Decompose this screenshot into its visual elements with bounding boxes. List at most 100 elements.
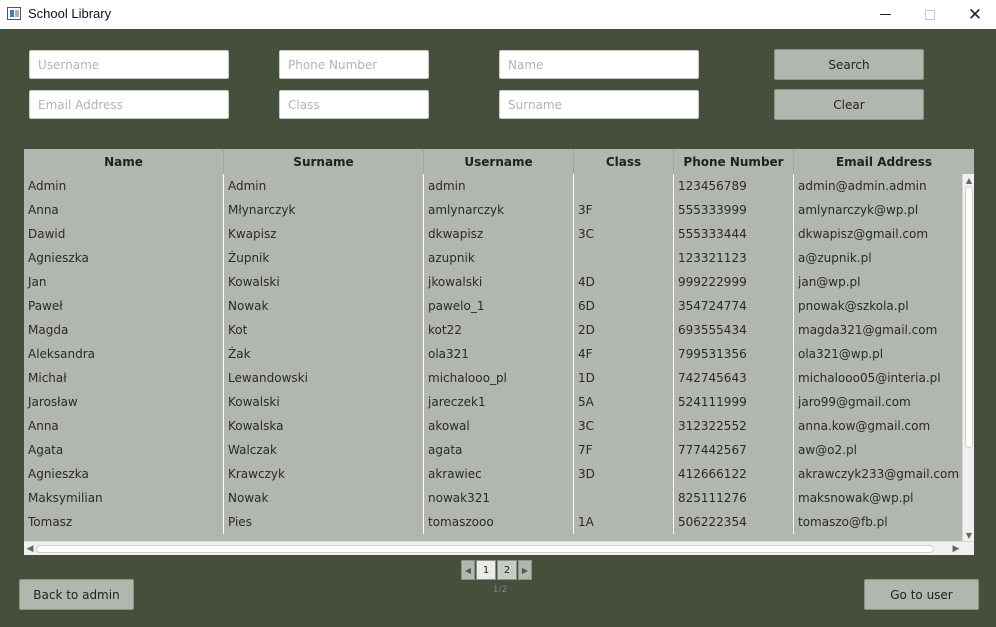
prev-page-button[interactable]: ◀ — [461, 560, 475, 580]
cell-class: 6D — [574, 294, 674, 318]
surname-input[interactable] — [499, 90, 699, 119]
cell-username: tomaszooo — [424, 510, 574, 534]
column-header-email-address[interactable]: Email Address — [794, 149, 974, 174]
page-button-2[interactable]: 2 — [497, 560, 517, 580]
vertical-scroll-thumb[interactable] — [965, 186, 973, 448]
cell-surname: Kowalska — [224, 414, 424, 438]
column-header-surname[interactable]: Surname — [224, 149, 424, 174]
table-body: Admin Admin admin 123456789 admin@admin.admi… — [24, 174, 962, 541]
column-header-name[interactable]: Name — [24, 149, 224, 174]
table-row[interactable]: Dawid Kwapisz dkwapisz 3C 555333444 dkwapisz@… — [24, 222, 962, 246]
table-row[interactable]: Maksymilian Nowak nowak321 825111276 maksnow… — [24, 486, 962, 510]
cell-class: 1D — [574, 366, 674, 390]
column-header-class[interactable]: Class — [574, 149, 674, 174]
cell-name: Anna — [24, 414, 224, 438]
table-row[interactable]: Michał Lewandowski michalooo_pl 1D 742745643… — [24, 366, 962, 390]
cell-phone-number: 742745643 — [674, 366, 794, 390]
page-button-1[interactable]: 1 — [476, 560, 496, 580]
cell-phone-number: 999222999 — [674, 270, 794, 294]
cell-email-address: anna.kow@gmail.com — [798, 419, 931, 433]
table-row[interactable]: Paweł Nowak pawelo_1 6D 354724774 pnowak@szko… — [24, 294, 962, 318]
cell-surname: Nowak — [224, 294, 424, 318]
cell-name: Jarosław — [24, 390, 224, 414]
cell-email-address: aw@o2.pl — [798, 443, 857, 457]
cell-name: Agata — [24, 438, 224, 462]
column-header-phone-number[interactable]: Phone Number — [674, 149, 794, 174]
cell-name: Admin — [24, 174, 224, 198]
cell-name: Maksymilian — [24, 486, 224, 510]
minimize-button[interactable] — [862, 0, 908, 29]
table-row[interactable]: Magda Kot kot22 2D 693555434 magda321@gmail.c… — [24, 318, 962, 342]
cell-name: Dawid — [24, 222, 224, 246]
back-to-admin-button[interactable]: Back to admin — [19, 579, 134, 610]
cell-surname: Młynarczyk — [224, 198, 424, 222]
cell-username: amlynarczyk — [424, 198, 574, 222]
next-page-button[interactable]: ▶ — [518, 560, 532, 580]
main-panel: Search Clear Name Surname Username Class… — [0, 29, 996, 627]
table-row[interactable]: Anna Kowalska akowal 3C 312322552 anna.kow@gm… — [24, 414, 962, 438]
phone-number-input[interactable] — [279, 50, 429, 79]
cell-email-address: admin@admin.admin — [798, 179, 927, 193]
cell-username: azupnik — [424, 246, 574, 270]
cell-username: kot22 — [424, 318, 574, 342]
table-row[interactable]: Jarosław Kowalski jareczek1 5A 524111999 jaro… — [24, 390, 962, 414]
cell-username: nowak321 — [424, 486, 574, 510]
cell-name: Agnieszka — [24, 462, 224, 486]
table-row[interactable]: Agata Walczak agata 7F 777442567 aw@o2.pl — [24, 438, 962, 462]
cell-phone-number: 123456789 — [674, 174, 794, 198]
cell-phone-number: 777442567 — [674, 438, 794, 462]
cell-email-address: akrawczyk233@gmail.com — [798, 467, 960, 481]
cell-class: 2D — [574, 318, 674, 342]
cell-name: Jan — [24, 270, 224, 294]
cell-username: jareczek1 — [424, 390, 574, 414]
cell-class: 3D — [574, 462, 674, 486]
table-row[interactable]: Jan Kowalski jkowalski 4D 999222999 jan@wp.pl — [24, 270, 962, 294]
go-to-user-button[interactable]: Go to user — [864, 579, 979, 610]
table-row[interactable]: Anna Młynarczyk amlynarczyk 3F 555333999 amly… — [24, 198, 962, 222]
cell-email-address: a@zupnik.pl — [798, 251, 872, 265]
cell-class: 1A — [574, 510, 674, 534]
window-title: School Library — [28, 6, 112, 21]
cell-surname: Nowak — [224, 486, 424, 510]
scroll-up-icon[interactable]: ▲ — [963, 174, 974, 186]
clear-button[interactable]: Clear — [774, 89, 924, 120]
search-button[interactable]: Search — [774, 49, 924, 80]
close-icon: ✕ — [967, 4, 983, 25]
maximize-icon — [925, 9, 935, 20]
column-header-username[interactable]: Username — [424, 149, 574, 174]
vertical-scrollbar[interactable]: ▲ ▼ — [962, 174, 974, 541]
cell-name: Aleksandra — [24, 342, 224, 366]
cell-email-address: tomaszo@fb.pl — [798, 515, 888, 529]
cell-phone-number: 354724774 — [674, 294, 794, 318]
email-address-input[interactable] — [29, 90, 229, 119]
cell-class: 3F — [574, 198, 674, 222]
name-input[interactable] — [499, 50, 699, 79]
table-row[interactable]: Agnieszka Krawczyk akrawiec 3D 412666122 akra… — [24, 462, 962, 486]
table-row[interactable]: Aleksandra Żak ola321 4F 799531356 ola321@wp.… — [24, 342, 962, 366]
maximize-button[interactable] — [907, 0, 953, 29]
cell-name: Tomasz — [24, 510, 224, 534]
close-button[interactable]: ✕ — [952, 0, 996, 29]
cell-email-address: dkwapisz@gmail.com — [798, 227, 929, 241]
cell-class: 3C — [574, 414, 674, 438]
table-row[interactable]: Agnieszka Żupnik azupnik 123321123 a@zupnik.… — [24, 246, 962, 270]
table-row[interactable]: Tomasz Pies tomaszooo 1A 506222354 tomaszo@fb… — [24, 510, 962, 534]
app-icon — [7, 7, 21, 20]
cell-surname: Żupnik — [224, 246, 424, 270]
scroll-right-icon[interactable]: ▶ — [950, 542, 962, 555]
horizontal-scrollbar[interactable]: ◀ ▶ — [24, 541, 974, 555]
scroll-left-icon[interactable]: ◀ — [24, 542, 36, 555]
table-row[interactable]: Admin Admin admin 123456789 admin@admin.admi… — [24, 174, 962, 198]
class-input[interactable] — [279, 90, 429, 119]
scroll-down-icon[interactable]: ▼ — [963, 529, 974, 541]
cell-email-address: jan@wp.pl — [798, 275, 861, 289]
cell-surname: Żak — [224, 342, 424, 366]
cell-class: 4D — [574, 270, 674, 294]
cell-phone-number: 693555434 — [674, 318, 794, 342]
cell-phone-number: 799531356 — [674, 342, 794, 366]
cell-class — [574, 486, 674, 510]
username-input[interactable] — [29, 50, 229, 79]
horizontal-scroll-thumb[interactable] — [36, 545, 934, 553]
cell-name: Magda — [24, 318, 224, 342]
page-info: 1/2 — [492, 585, 508, 595]
